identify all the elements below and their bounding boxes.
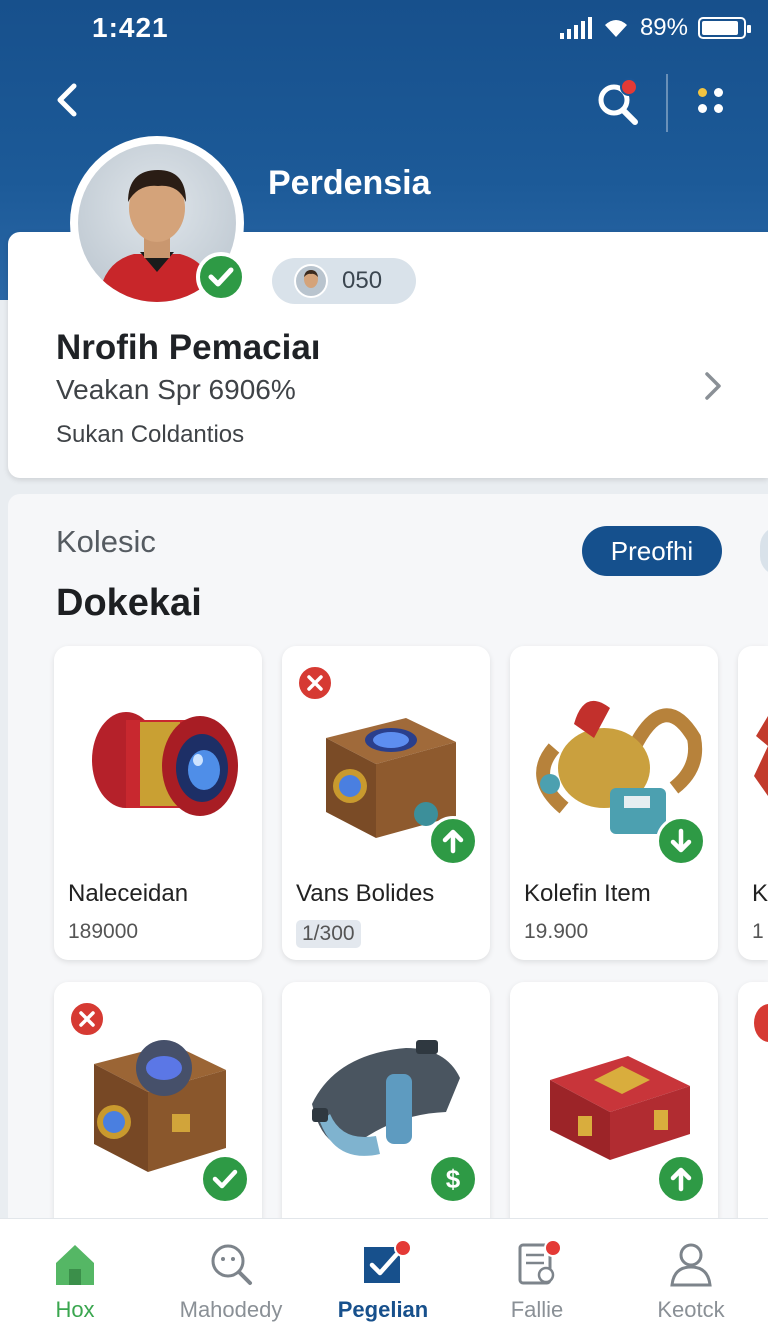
tab-label: Fallie: [510, 1297, 564, 1322]
topbar-divider: [666, 74, 668, 132]
owned-badge: [200, 1154, 250, 1204]
person-icon: [670, 1243, 712, 1287]
item-price: 1/300: [296, 920, 361, 948]
collection-title: Dokekai: [56, 582, 202, 624]
page-title: Perdensia: [268, 164, 431, 202]
chevron-right-icon: [705, 372, 721, 400]
item-price: 1: [752, 920, 764, 943]
verified-badge: [196, 252, 246, 302]
item-price: 19.900: [524, 920, 589, 943]
grid-dot-icon: [714, 104, 723, 113]
signal-icon: [559, 17, 592, 39]
tab-fallie[interactable]: Fallie: [460, 1219, 614, 1344]
close-icon: [307, 675, 323, 691]
search-face-icon: [211, 1244, 252, 1285]
back-button[interactable]: [44, 76, 92, 124]
downgrade-badge: [656, 816, 706, 866]
grid-dot-icon: [698, 88, 707, 97]
check-icon: [208, 267, 234, 287]
profile-subtitle: Veakan Spr 6906%: [56, 374, 296, 405]
battery-percent: 89%: [639, 14, 688, 41]
tab-notification-dot: [544, 1239, 562, 1257]
home-icon: [56, 1245, 94, 1285]
tab-keotck[interactable]: Keotck: [614, 1219, 768, 1344]
dollar-icon: $: [446, 1164, 461, 1194]
notification-dot: [620, 78, 638, 96]
tab-home[interactable]: Hox: [0, 1219, 154, 1344]
arrow-up-icon: [670, 1167, 692, 1192]
item-name: Kolefin Item: [524, 880, 651, 907]
mini-avatar-icon: [294, 264, 328, 298]
tab-notification-dot: [394, 1239, 412, 1257]
remove-badge[interactable]: [68, 1000, 106, 1038]
upgrade-badge: [656, 1154, 706, 1204]
arrow-down-icon: [670, 828, 692, 853]
chevron-left-icon: [57, 83, 77, 117]
item-card[interactable]: Naleceidan 189000: [54, 646, 262, 960]
item-card[interactable]: Vans Bolides 1/300: [282, 646, 490, 960]
buy-badge: $: [428, 1154, 478, 1204]
upgrade-badge: [428, 816, 478, 866]
item-name: Vans Bolides: [296, 880, 435, 907]
status-time: 1:421: [92, 12, 169, 43]
tab-label: Pegelian: [337, 1297, 429, 1322]
status-bar: 1:421 89%: [0, 8, 768, 44]
grid-dot-icon: [714, 88, 723, 97]
remove-badge-partial: [754, 1004, 768, 1042]
battery-icon: [698, 17, 751, 39]
arrow-up-icon: [442, 829, 464, 854]
tab-pegelian[interactable]: Pegelian: [306, 1219, 460, 1344]
profile-open-button[interactable]: [698, 366, 728, 406]
tab-label: Keotck: [657, 1297, 725, 1322]
wifi-icon: [604, 20, 627, 37]
item-card[interactable]: K 1: [738, 646, 768, 960]
svg-text:$: $: [446, 1164, 461, 1194]
more-menu-button[interactable]: [690, 80, 734, 124]
red-scope-icon: [92, 712, 238, 816]
collection-label: Kolesic: [56, 524, 156, 559]
points-value: 050: [342, 267, 383, 294]
item-price: 189000: [68, 920, 139, 943]
check-icon: [212, 1169, 238, 1189]
battery-fill: [702, 21, 738, 35]
tab-mahodedy[interactable]: Mahodedy: [154, 1219, 308, 1344]
partial-item-icon: [754, 716, 768, 796]
tab-label: Hox: [55, 1297, 95, 1322]
profile-name: Nrofih Pemaciaı: [56, 328, 321, 367]
bottom-tab-bar: Hox Mahodedy Pegelian Fallie Keotck: [0, 1218, 768, 1344]
close-icon: [79, 1011, 95, 1027]
item-name: K: [752, 880, 768, 907]
search-button[interactable]: [592, 76, 644, 128]
collection-action-button[interactable]: Preofhi: [582, 526, 722, 576]
item-card[interactable]: Kolefin Item 19.900: [510, 646, 718, 960]
tab-label: Mahodedy: [179, 1297, 283, 1322]
item-name: Naleceidan: [68, 880, 189, 907]
top-bar: [0, 70, 768, 134]
points-pill[interactable]: 050: [272, 258, 416, 304]
remove-badge[interactable]: [296, 664, 334, 702]
profile-detail: Sukan Coldantios: [56, 421, 245, 448]
grid-dot-icon: [698, 104, 707, 113]
